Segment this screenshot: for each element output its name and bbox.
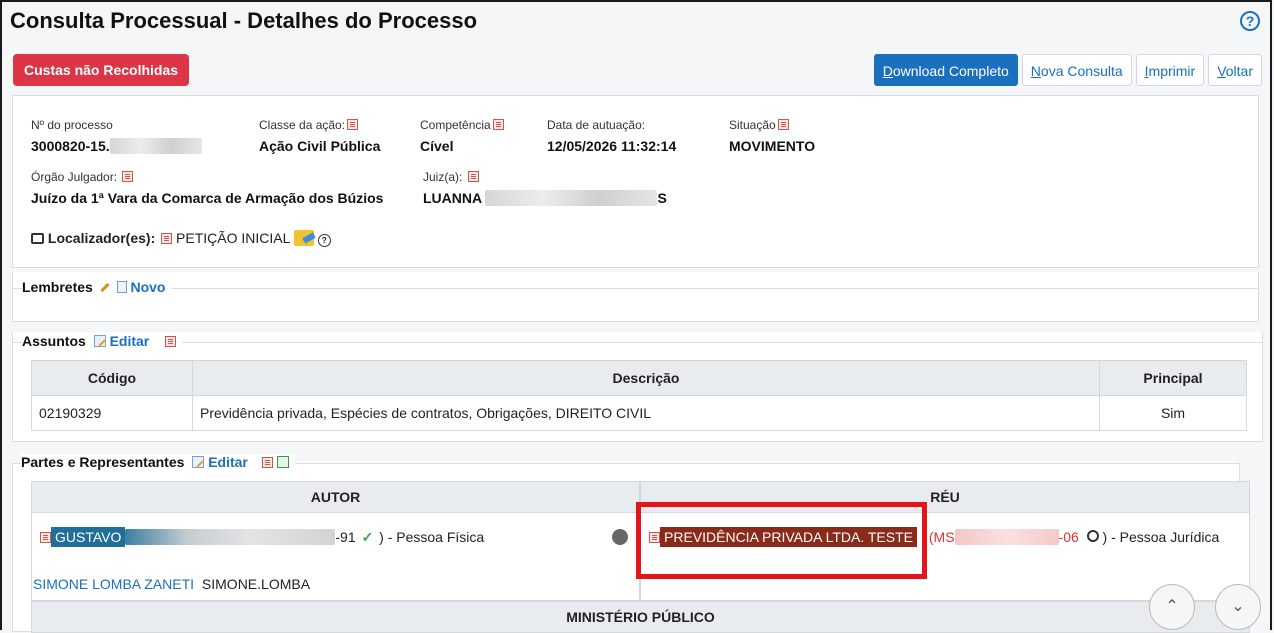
- help-circle-icon[interactable]: ?: [317, 234, 331, 247]
- col-codigo[interactable]: Código: [31, 360, 193, 396]
- lembretes-panel: Lembretes Novo: [12, 272, 1259, 322]
- custas-status-badge[interactable]: Custas não Recolhidas: [13, 54, 190, 86]
- assuntos-table: Código Descrição Principal 02190329 Prev…: [31, 360, 1247, 431]
- info-icon[interactable]: [165, 336, 177, 347]
- search-icon[interactable]: [1086, 530, 1099, 542]
- competencia-label: Competência: [420, 118, 504, 132]
- col-descricao[interactable]: Descrição: [192, 360, 1100, 396]
- info-icon[interactable]: [261, 457, 273, 468]
- autor-row: GUSTAVO -91 ✓ ) - Pessoa Física: [38, 527, 484, 547]
- folder-edit-icon[interactable]: [293, 230, 316, 246]
- data-autuacao-value: 12/05/2026 11:32:14: [547, 138, 677, 154]
- imprimir-button[interactable]: Imprimir: [1135, 54, 1205, 86]
- editar-assuntos-link[interactable]: Editar: [110, 333, 150, 349]
- col-principal[interactable]: Principal: [1099, 360, 1247, 396]
- assuntos-legend: Assuntos Editar: [22, 333, 183, 349]
- orgao-label: Órgão Julgador:: [31, 170, 134, 184]
- numero-value: 3000820-15.: [31, 138, 202, 154]
- info-icon[interactable]: [347, 119, 359, 130]
- assunto-descricao: Previdência privada, Espécies de contrat…: [192, 395, 1100, 431]
- autor-name[interactable]: GUSTAVO: [51, 527, 126, 547]
- help-icon[interactable]: ?: [1240, 11, 1260, 31]
- info-icon[interactable]: [467, 171, 479, 182]
- note-icon[interactable]: [116, 281, 127, 293]
- check-icon: ✓: [361, 529, 374, 545]
- edit-icon[interactable]: [192, 456, 205, 468]
- refresh-icon[interactable]: [276, 456, 289, 468]
- table-row: 02190329 Previdência privada, Espécies d…: [31, 395, 1247, 431]
- ministerio-publico-header: MINISTÉRIO PÚBLICO: [31, 601, 1250, 633]
- info-icon[interactable]: [161, 233, 173, 244]
- edit-icon[interactable]: [93, 335, 106, 347]
- orgao-value: Juízo da 1ª Vara da Comarca de Armação d…: [31, 190, 384, 206]
- archive-icon: [31, 233, 44, 244]
- representante-login: SIMONE.LOMBA: [201, 576, 311, 592]
- partes-legend: Partes e Representantes Editar: [21, 454, 295, 470]
- juiz-value: LUANNA S: [423, 190, 667, 206]
- representante-row: SIMONE LOMBA ZANETI SIMONE.LOMBA: [33, 576, 310, 592]
- data-autuacao-label: Data de autuação:: [547, 118, 646, 132]
- scroll-down-icon[interactable]: ⌄: [1215, 584, 1261, 630]
- autor-doc: -91: [335, 529, 356, 545]
- situacao-label: Situação: [729, 118, 789, 132]
- voltar-button[interactable]: Voltar: [1208, 54, 1262, 86]
- localizador-row: Localizador(es): PETIÇÃO INICIAL ?: [31, 230, 331, 247]
- download-completo-button[interactable]: Download Completo: [873, 54, 1018, 86]
- face-icon[interactable]: [612, 529, 628, 545]
- situacao-value: MOVIMENTO: [729, 138, 816, 154]
- scroll-up-icon[interactable]: ⌃: [1149, 584, 1195, 630]
- info-icon[interactable]: [122, 171, 134, 182]
- assunto-codigo: 02190329: [31, 395, 193, 431]
- localizador-value[interactable]: PETIÇÃO INICIAL: [176, 230, 290, 246]
- representante-link[interactable]: SIMONE LOMBA ZANETI: [33, 576, 194, 592]
- highlight-box: [636, 502, 927, 579]
- classe-label: Classe da ação:: [259, 118, 359, 132]
- info-icon[interactable]: [777, 119, 789, 130]
- juiz-label: Juiz(a):: [423, 170, 479, 184]
- autor-cell: GUSTAVO -91 ✓ ) - Pessoa Física SIMONE LO…: [31, 513, 640, 601]
- lembretes-legend: Lembretes Novo: [22, 279, 172, 295]
- competencia-value: Cível: [420, 138, 454, 154]
- classe-value: Ação Civil Pública: [259, 138, 381, 154]
- page-title: Consulta Processual - Detalhes do Proces…: [10, 8, 478, 33]
- assunto-principal: Sim: [1099, 395, 1247, 431]
- nova-consulta-button[interactable]: Nova Consulta: [1021, 54, 1132, 86]
- autor-header: AUTOR: [31, 481, 640, 513]
- wrench-icon[interactable]: [100, 282, 110, 293]
- info-icon[interactable]: [492, 119, 504, 130]
- process-details-panel: Nº do processo 3000820-15. Classe da açã…: [12, 95, 1259, 268]
- info-icon[interactable]: [40, 532, 51, 543]
- novo-lembrete-link[interactable]: Novo: [130, 279, 165, 295]
- numero-label: Nº do processo: [31, 118, 113, 132]
- editar-partes-link[interactable]: Editar: [208, 454, 248, 470]
- toolbar: Download Completo Nova Consulta Imprimir…: [873, 54, 1262, 86]
